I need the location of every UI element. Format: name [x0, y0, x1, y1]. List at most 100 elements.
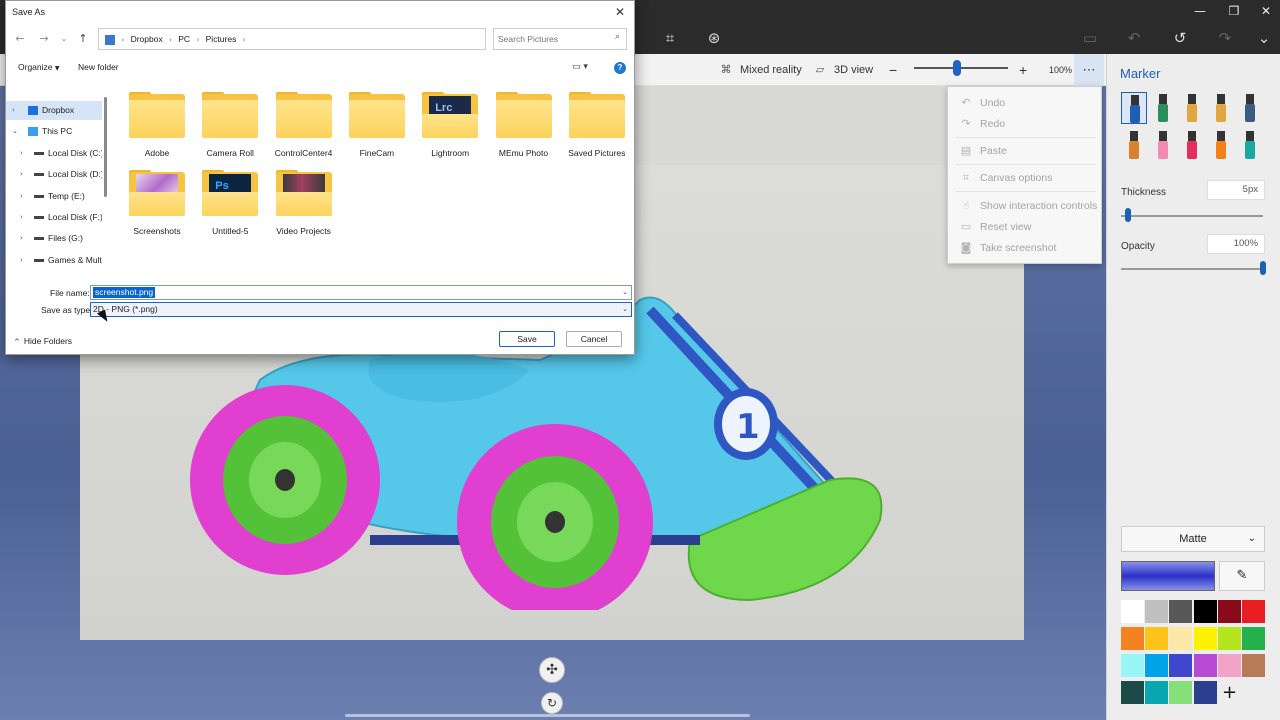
chevron-right-icon[interactable]: ›	[20, 251, 23, 270]
undo-icon[interactable]: ↶	[1124, 28, 1144, 48]
tilt-button[interactable]: ↻	[541, 692, 563, 714]
color-swatch[interactable]	[1242, 600, 1265, 623]
menu-paste[interactable]: ▤ Paste	[948, 141, 1103, 161]
zoom-in-button[interactable]: +	[1019, 54, 1027, 86]
finish-dropdown[interactable]: Matte ⌄	[1121, 526, 1265, 552]
thickness-slider[interactable]	[1121, 215, 1263, 217]
organize-button[interactable]: Organize ▼	[18, 62, 60, 72]
opacity-field[interactable]: 100%	[1207, 234, 1265, 254]
file-name-value[interactable]: screenshot.png	[93, 287, 156, 298]
folder-item[interactable]: FineCam	[342, 92, 412, 168]
color-swatch[interactable]	[1193, 627, 1217, 650]
opacity-slider-thumb[interactable]	[1260, 261, 1266, 275]
file-name-field[interactable]: screenshot.png ⌄	[90, 285, 632, 300]
color-swatch[interactable]	[1217, 627, 1241, 650]
rotate-3d-button[interactable]: ✣	[539, 657, 565, 683]
nav-item[interactable]: › Local Disk (F:)	[6, 208, 102, 227]
brush-pencil[interactable]	[1121, 129, 1147, 161]
forward-button[interactable]: →	[36, 31, 52, 47]
add-color-button[interactable]: +	[1218, 681, 1241, 704]
color-swatch[interactable]	[1145, 681, 1169, 704]
color-swatch[interactable]	[1121, 681, 1144, 704]
nav-item[interactable]: › Temp (E:)	[6, 187, 102, 206]
help-icon[interactable]: ?	[614, 62, 626, 74]
brush-crayon[interactable]	[1179, 129, 1205, 161]
thickness-field[interactable]: 5px	[1207, 180, 1265, 200]
current-color-swatch[interactable]	[1121, 561, 1215, 591]
nav-item[interactable]: › Local Disk (D:)	[6, 165, 102, 184]
brush-pixel-pen[interactable]	[1237, 92, 1263, 124]
close-icon[interactable]: ✕	[1251, 2, 1280, 20]
eyedropper-button[interactable]: ✎	[1219, 561, 1265, 591]
more-button[interactable]: ⋯	[1074, 54, 1104, 86]
thickness-slider-thumb[interactable]	[1125, 208, 1132, 222]
color-swatch[interactable]	[1145, 627, 1169, 650]
chevron-down-icon[interactable]: ⌄	[12, 122, 18, 141]
breadcrumb-pc[interactable]: PC	[178, 34, 190, 44]
brush-eraser[interactable]	[1150, 129, 1176, 161]
breadcrumb-pictures[interactable]: Pictures	[206, 34, 237, 44]
folder-item[interactable]: Ps Untitled-5	[195, 170, 265, 246]
nav-item[interactable]: › Files (G:)	[6, 229, 102, 248]
menu-show-interaction-controls[interactable]: ☝ Show interaction controls	[948, 196, 1103, 216]
save-type-select[interactable]: 2D - PNG (*.png) ⌄	[90, 302, 632, 317]
chevron-down-icon[interactable]: ⌄	[1254, 28, 1274, 48]
folder-item[interactable]: Camera Roll	[195, 92, 265, 168]
nav-scrollbar[interactable]	[104, 97, 107, 197]
folder-item[interactable]: Lrc Lightroom	[415, 92, 485, 168]
nav-item[interactable]: › Games & Mult	[6, 251, 102, 270]
chevron-down-icon[interactable]: ⌄	[622, 286, 628, 299]
brush-spray-can[interactable]	[1208, 129, 1234, 161]
folder-item[interactable]: MEmu Photo	[489, 92, 559, 168]
color-swatch[interactable]	[1145, 654, 1169, 677]
redo-icon[interactable]: ↷	[1215, 28, 1235, 48]
color-swatch[interactable]	[1169, 681, 1193, 704]
color-swatch[interactable]	[1145, 600, 1169, 623]
address-bar[interactable]: › Dropbox › PC › Pictures › ⌄ ↻	[98, 28, 567, 50]
crop-icon[interactable]: ⌗	[660, 28, 680, 48]
color-swatch[interactable]	[1169, 627, 1193, 650]
folder-item[interactable]: ControlCenter4	[269, 92, 339, 168]
chevron-right-icon[interactable]: ›	[12, 101, 15, 120]
color-swatch[interactable]	[1121, 627, 1144, 650]
minimize-icon[interactable]: —	[1185, 2, 1215, 20]
menu-undo[interactable]: ↶ Undo	[948, 93, 1103, 113]
recent-locations-button[interactable]: ⌄	[56, 31, 72, 47]
color-swatch[interactable]	[1121, 600, 1144, 623]
zoom-out-button[interactable]: −	[889, 54, 897, 86]
opacity-slider[interactable]	[1121, 268, 1263, 270]
folder-item[interactable]: Screenshots	[122, 170, 192, 246]
folder-item[interactable]: Adobe	[122, 92, 192, 168]
color-swatch[interactable]	[1169, 654, 1193, 677]
color-swatch[interactable]	[1193, 681, 1217, 704]
folder-item[interactable]: Video Projects	[269, 170, 339, 246]
color-swatch[interactable]	[1217, 600, 1241, 623]
back-button[interactable]: ←	[12, 31, 28, 47]
color-swatch[interactable]	[1193, 654, 1217, 677]
brush-calligraphy-pen[interactable]	[1150, 92, 1176, 124]
restore-icon[interactable]: ❐	[1219, 2, 1249, 20]
history-icon[interactable]: ↺	[1170, 28, 1190, 48]
brush-oil-brush[interactable]	[1179, 92, 1205, 124]
menu-reset-view[interactable]: ▭ Reset view	[948, 217, 1103, 237]
color-swatch[interactable]	[1217, 654, 1241, 677]
brush-marker[interactable]	[1121, 92, 1147, 124]
mixed-reality-button[interactable]: ⌘ Mixed reality	[718, 54, 802, 86]
3d-view-button[interactable]: ▱ 3D view	[812, 54, 873, 86]
color-swatch[interactable]	[1242, 654, 1265, 677]
save-button[interactable]: Save	[499, 331, 555, 347]
chevron-right-icon[interactable]: ›	[20, 187, 23, 206]
search-input[interactable]	[498, 32, 608, 46]
color-swatch[interactable]	[1121, 654, 1144, 677]
folder-item[interactable]: Saved Pictures	[562, 92, 632, 168]
nav-item[interactable]: › Dropbox	[6, 101, 102, 120]
chevron-right-icon[interactable]: ›	[20, 208, 23, 227]
up-button[interactable]: ↑	[75, 31, 91, 47]
paste-icon[interactable]: ▭	[1080, 28, 1100, 48]
menu-canvas-options[interactable]: ⌗ Canvas options	[948, 168, 1103, 188]
hide-folders-button[interactable]: ^ Hide Folders	[14, 336, 72, 346]
chevron-right-icon[interactable]: ›	[20, 229, 23, 248]
magic-select-icon[interactable]: ⊛	[704, 28, 724, 48]
brush-watercolor[interactable]	[1208, 92, 1234, 124]
color-swatch[interactable]	[1169, 600, 1193, 623]
